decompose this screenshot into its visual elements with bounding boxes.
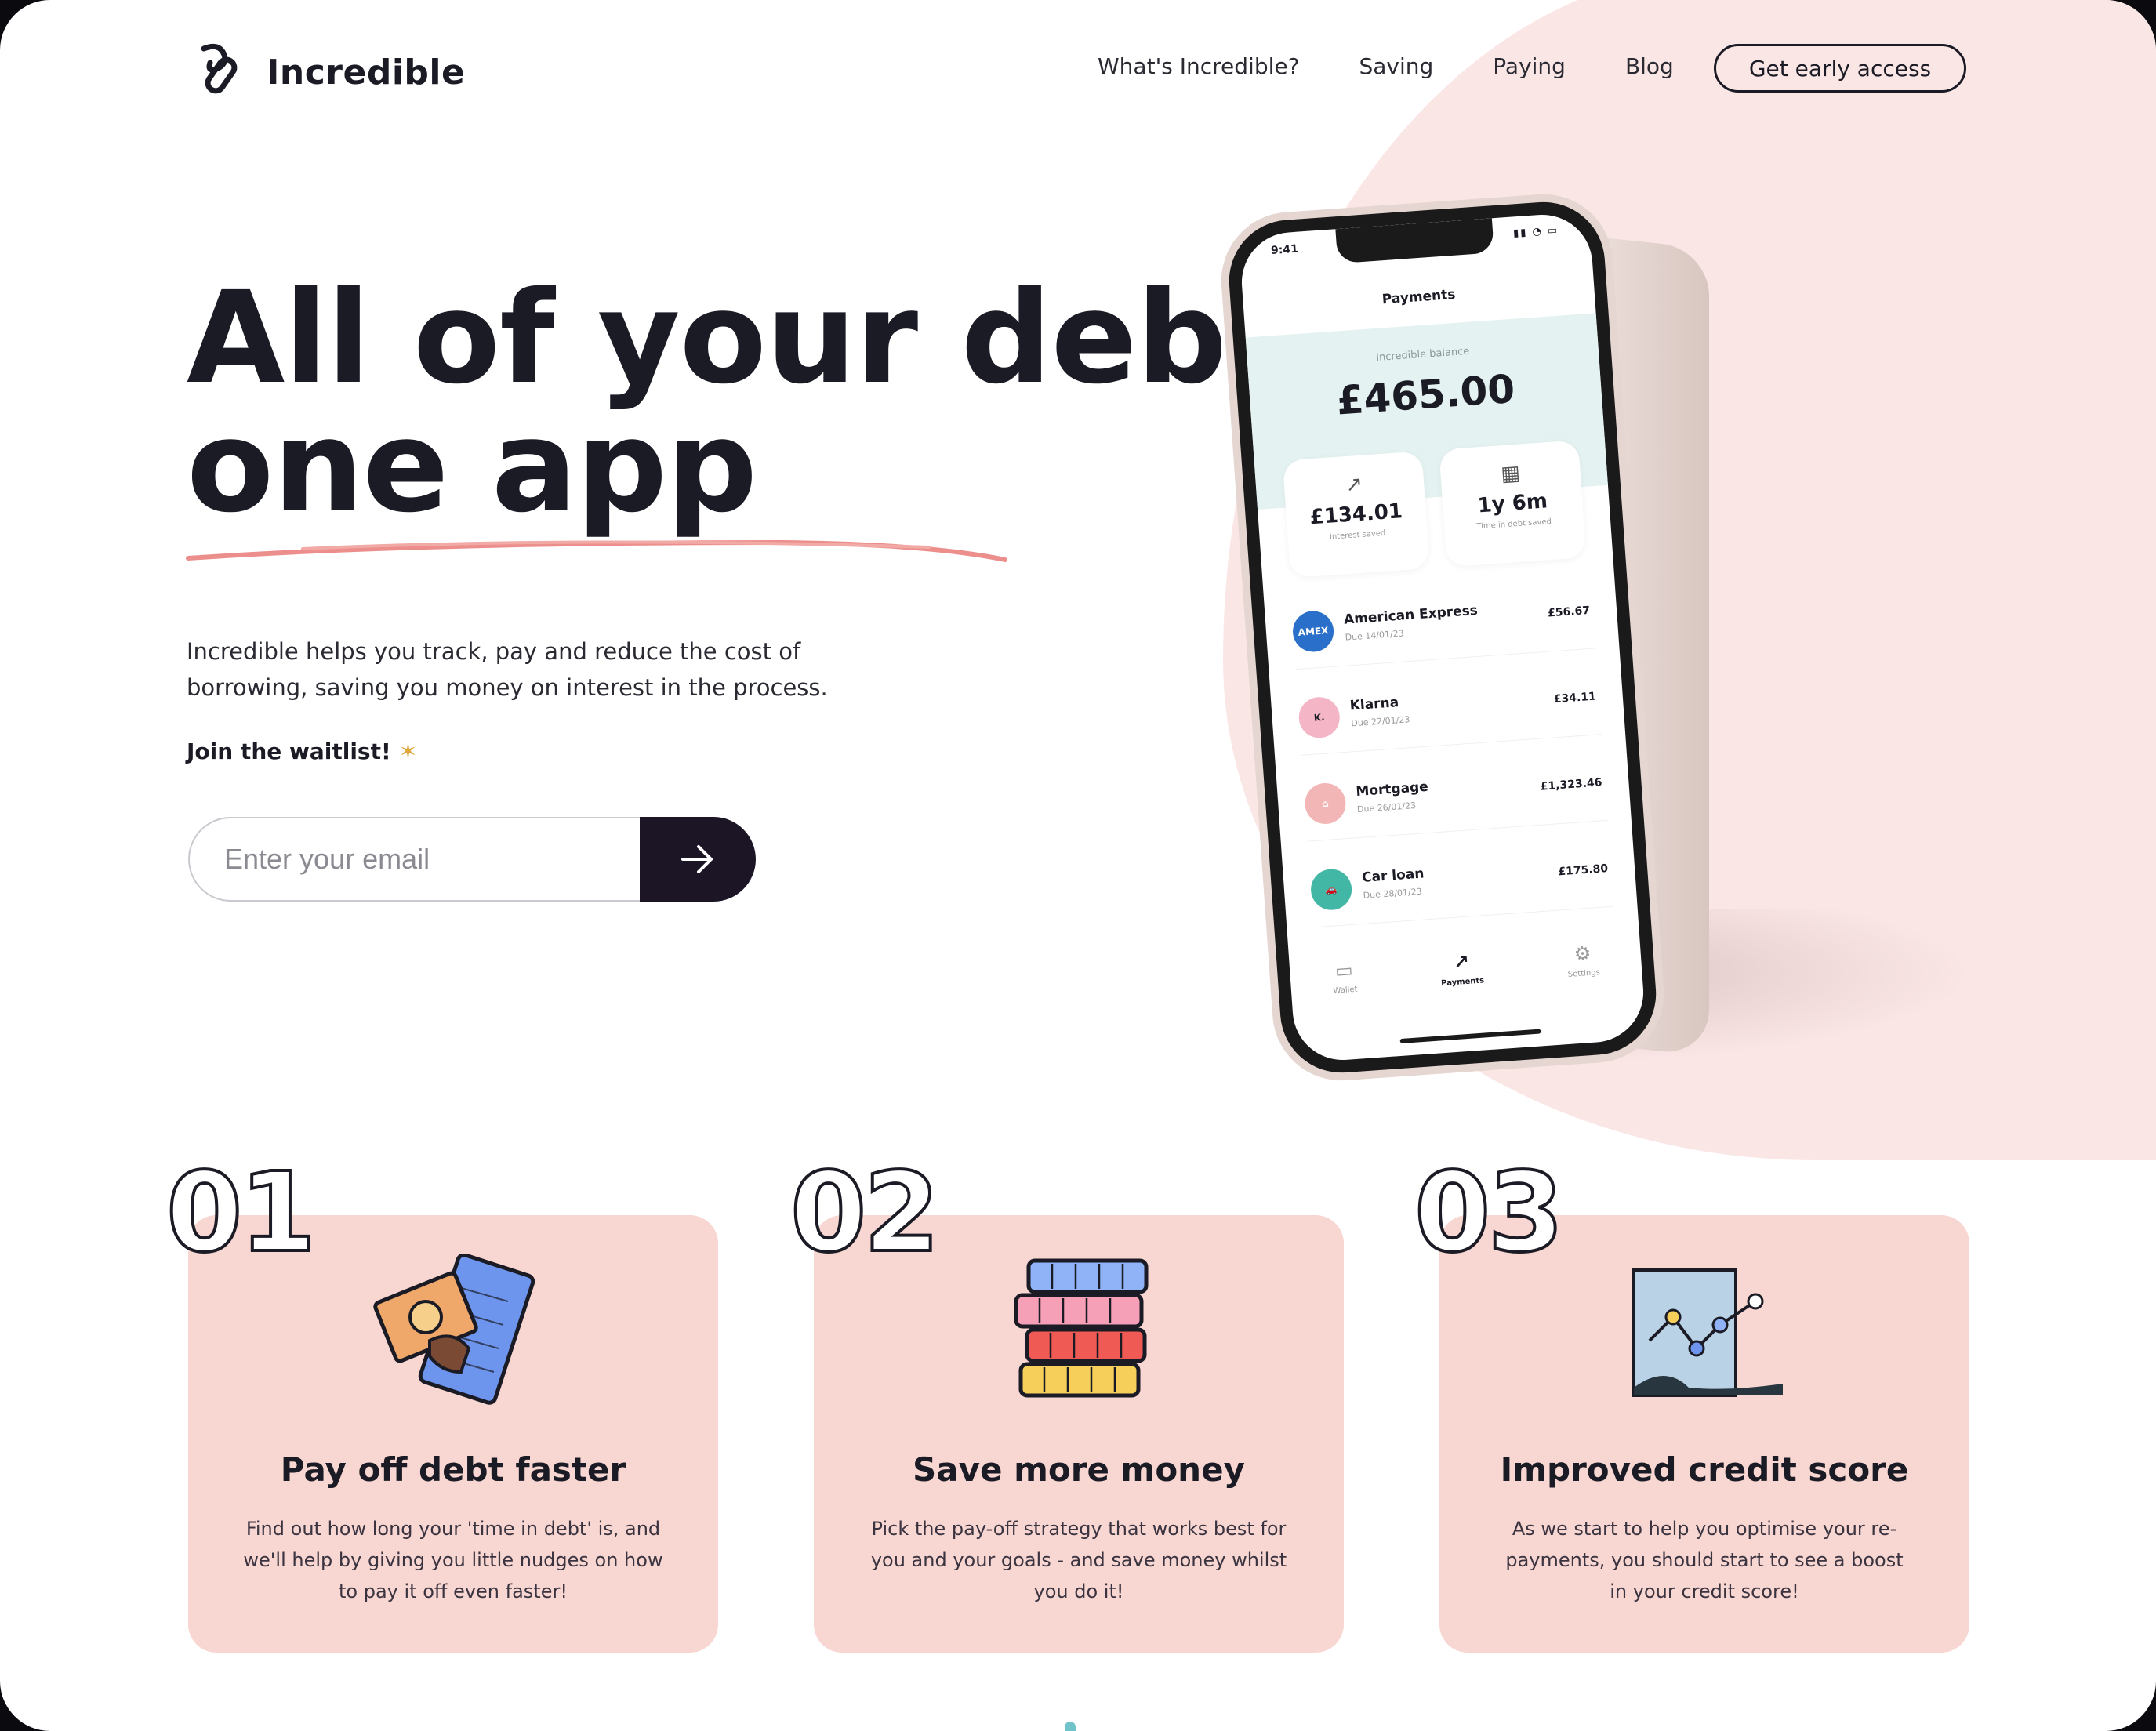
payment-due: Due 28/01/23 <box>1363 886 1423 901</box>
tab-label: Wallet <box>1333 985 1358 996</box>
car-icon: 🚗 <box>1309 867 1353 912</box>
logo-icon <box>201 43 238 94</box>
payment-row[interactable]: 🚗 Car loan Due 28/01/23 £175.80 <box>1308 838 1614 928</box>
tab-wallet[interactable]: ▭ Wallet <box>1331 959 1360 1031</box>
feature-description: As we start to help you optimise your re… <box>1505 1518 1904 1602</box>
tab-label: Settings <box>1567 968 1601 979</box>
tab-payments[interactable]: ↗ Payments <box>1439 949 1486 1023</box>
stat-card-time[interactable]: ▦ 1y 6m Time in debt saved <box>1439 440 1587 568</box>
trend-up-icon: ↗ <box>1345 472 1364 498</box>
screen-title: Payments <box>1381 286 1457 308</box>
brand-logo[interactable]: Incredible <box>193 41 465 103</box>
payment-name: Mortgage <box>1355 778 1429 800</box>
page: Incredible What's Incredible? Saving Pay… <box>0 0 2156 1731</box>
phone-mockup: 9:41 ▮▮ ◔ ▭ Payments Incredible balance … <box>1225 198 1661 1077</box>
feature-title: Pay off debt faster <box>280 1450 626 1489</box>
klarna-logo-icon: K. <box>1297 695 1341 739</box>
status-time: 9:41 <box>1270 242 1299 258</box>
waitlist-text: Join the waitlist! <box>187 738 391 764</box>
arrow-right-icon <box>681 845 713 873</box>
payment-amount: £56.67 <box>1547 604 1591 620</box>
payment-name: Car loan <box>1361 866 1425 886</box>
coin-stack-icon <box>1014 1258 1149 1398</box>
phone-screen: 9:41 ▮▮ ◔ ▭ Payments Incredible balance … <box>1238 211 1647 1064</box>
calendar-icon: ▦ <box>1500 461 1521 487</box>
nav-link-saving[interactable]: Saving <box>1359 53 1433 79</box>
feature-number: 02 <box>789 1149 942 1277</box>
hero-title-line-1: All of your debt, <box>187 265 1334 412</box>
get-early-access-button[interactable]: Get early access <box>1714 44 1966 93</box>
tab-label: Payments <box>1440 976 1485 989</box>
payment-amount: £175.80 <box>1557 862 1609 879</box>
amex-logo-icon: AMEX <box>1291 609 1335 654</box>
phone-notch <box>1335 218 1494 264</box>
signal-battery-icon: ▮▮ ◔ ▭ <box>1512 224 1559 240</box>
home-indicator <box>1399 1029 1541 1044</box>
payment-due: Due 26/01/23 <box>1356 800 1417 815</box>
stat-card-interest[interactable]: ↗ £134.01 Interest saved <box>1282 451 1430 579</box>
nav-link-whats-incredible[interactable]: What's Incredible? <box>1098 53 1299 79</box>
growth-chart-icon <box>1632 1268 1783 1397</box>
gear-icon: ⚙ <box>1573 942 1592 966</box>
feature-description: Pick the pay-off strategy that works bes… <box>870 1518 1287 1602</box>
feature-number: 01 <box>165 1149 318 1277</box>
brush-underline <box>186 539 1007 562</box>
main-nav: What's Incredible? Saving Paying Blog Ge… <box>1098 44 1966 93</box>
payment-due: Due 14/01/23 <box>1345 628 1405 643</box>
payment-name: Klarna <box>1349 695 1399 714</box>
brand-name: Incredible <box>267 52 466 93</box>
feature-description: Find out how long your 'time in debt' is… <box>243 1518 663 1602</box>
payment-row[interactable]: ⌂ Mortgage Due 26/01/23 £1,323.46 <box>1302 753 1608 842</box>
waitlist-label: Join the waitlist! ✶ <box>187 738 417 764</box>
scroll-indicator <box>1065 1722 1076 1731</box>
stat-value: £134.01 <box>1308 499 1403 530</box>
feature-card-credit-score: Improved credit score As we start to hel… <box>1439 1215 1969 1653</box>
phone-frame: 9:41 ▮▮ ◔ ▭ Payments Incredible balance … <box>1225 198 1661 1077</box>
email-input[interactable] <box>188 817 640 902</box>
nav-link-paying[interactable]: Paying <box>1493 53 1566 79</box>
wallet-icon: ▭ <box>1334 959 1354 982</box>
feature-title: Save more money <box>913 1450 1245 1489</box>
hero-title: All of your debt, one app <box>187 274 1334 532</box>
feature-number: 03 <box>1413 1149 1566 1277</box>
payment-row[interactable]: K. Klarna Due 22/01/23 £34.11 <box>1297 666 1602 756</box>
payment-amount: £1,323.46 <box>1540 776 1602 793</box>
payment-row[interactable]: AMEX American Express Due 14/01/23 £56.6… <box>1290 580 1596 670</box>
nav-link-blog[interactable]: Blog <box>1625 53 1674 79</box>
payment-amount: £34.11 <box>1553 690 1597 706</box>
trend-icon: ↗ <box>1452 950 1470 974</box>
feature-card-pay-off-debt: Pay off debt faster Find out how long yo… <box>188 1215 718 1653</box>
feature-title: Improved credit score <box>1500 1450 1909 1489</box>
phone-tabbar: ▭ Wallet ↗ Payments ⚙ Settings <box>1290 938 1645 1033</box>
house-icon: ⌂ <box>1303 782 1348 826</box>
submit-email-button[interactable] <box>640 817 756 902</box>
stat-value: 1y 6m <box>1476 489 1548 518</box>
payment-name: American Express <box>1343 602 1479 628</box>
payment-due: Due 22/01/23 <box>1350 714 1410 729</box>
waitlist-form <box>188 817 756 902</box>
hero-title-line-2: one app <box>187 394 757 541</box>
tab-settings[interactable]: ⚙ Settings <box>1566 942 1602 1014</box>
hero-description: Incredible helps you track, pay and redu… <box>187 638 828 701</box>
money-calculator-icon <box>373 1254 535 1405</box>
party-popper-icon: ✶ <box>398 738 418 764</box>
feature-card-save-money: Save more money Pick the pay-off strateg… <box>814 1215 1344 1653</box>
